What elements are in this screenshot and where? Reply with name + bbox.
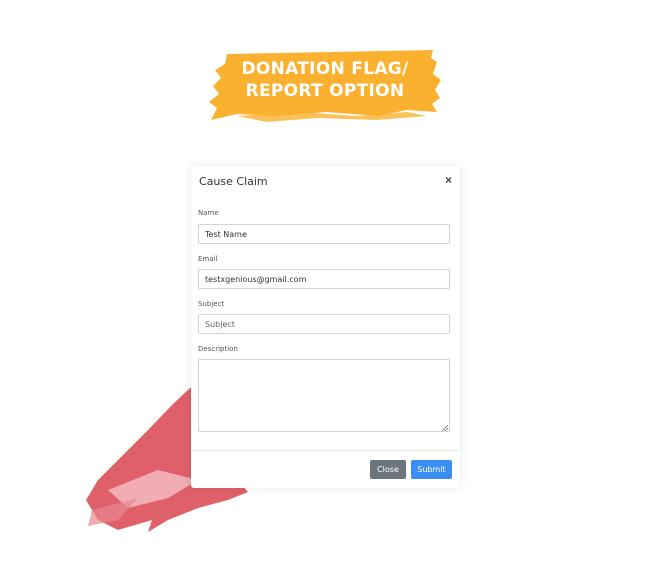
modal-header: Cause Claim ×	[191, 166, 460, 196]
description-label: Description	[198, 345, 238, 353]
banner-line-1: DONATION FLAG/	[241, 59, 409, 79]
cause-claim-modal: Cause Claim × Name Email Subject Descrip…	[191, 166, 460, 488]
modal-footer-divider	[191, 450, 460, 451]
close-icon[interactable]: ×	[445, 173, 452, 187]
resize-grip-icon[interactable]	[442, 425, 448, 431]
submit-button[interactable]: Submit	[411, 460, 452, 479]
name-field[interactable]	[198, 224, 450, 244]
email-label: Email	[198, 255, 218, 263]
description-field[interactable]	[198, 359, 450, 432]
modal-title: Cause Claim	[199, 175, 268, 188]
banner: DONATION FLAG/ REPORT OPTION	[207, 46, 443, 126]
banner-title: DONATION FLAG/ REPORT OPTION	[207, 58, 443, 102]
name-label: Name	[198, 209, 219, 217]
subject-field[interactable]	[198, 314, 450, 334]
email-field[interactable]	[198, 269, 450, 289]
close-button[interactable]: Close	[370, 460, 406, 479]
subject-label: Subject	[198, 300, 225, 308]
banner-line-2: REPORT OPTION	[245, 81, 405, 101]
